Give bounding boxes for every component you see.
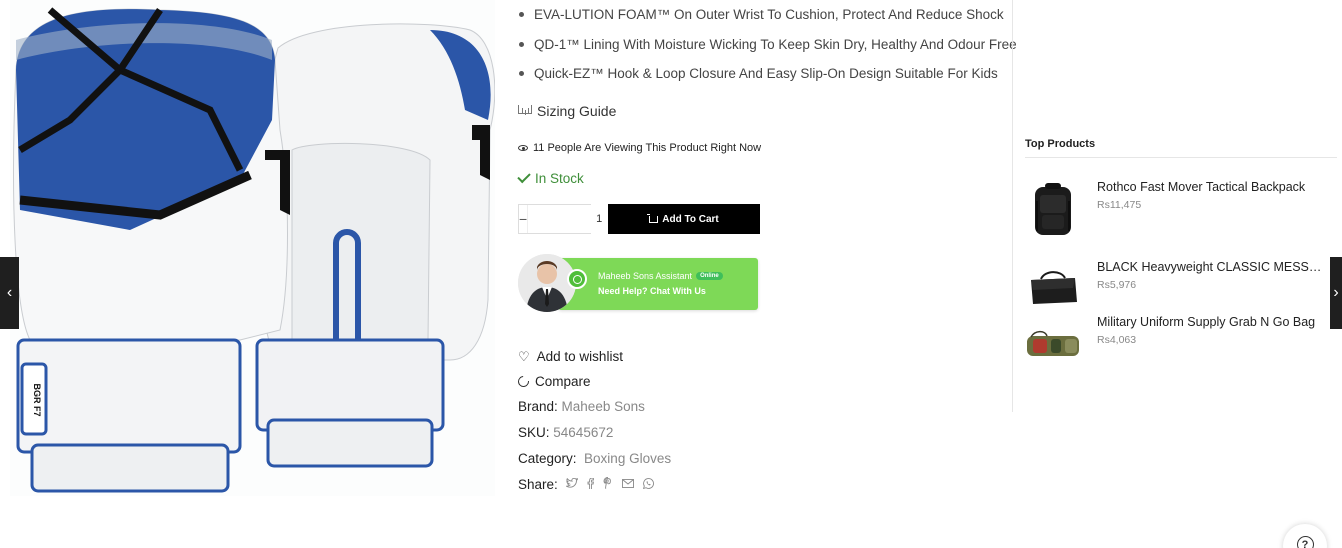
top-product-info: BLACK Heavyweight CLASSIC MESSENGER BAG … <box>1097 260 1322 291</box>
product-page: BGR F7 ‹ › EVA-LUTION FOAM™ On Outer Wri… <box>0 0 1342 548</box>
sizing-guide-label: Sizing Guide <box>537 103 617 119</box>
email-icon[interactable] <box>621 478 634 491</box>
eye-icon <box>518 145 528 151</box>
help-button[interactable]: ? <box>1283 524 1327 548</box>
category-link[interactable]: Boxing Gloves <box>584 451 671 466</box>
whatsapp-chat-widget[interactable]: Maheeb Sons Assistant Online Need Help? … <box>518 254 758 312</box>
whatsapp-icon <box>567 269 587 289</box>
heart-icon: ♡ <box>518 349 530 364</box>
brand-row: Brand: Maheeb Sons <box>518 399 645 414</box>
feature-item: QD-1™ Lining With Moisture Wicking To Ke… <box>518 35 1017 65</box>
share-icons <box>564 476 654 492</box>
brand-label: Brand: <box>518 399 558 414</box>
sidebar-divider <box>1012 0 1013 412</box>
stock-status: In Stock <box>517 169 584 186</box>
add-to-cart-label: Add To Cart <box>662 213 719 225</box>
compare-link[interactable]: Compare <box>515 373 591 390</box>
whatsapp-card <box>558 258 758 310</box>
sizing-guide-link[interactable]: Sizing Guide <box>518 103 616 119</box>
category-row: Category: Boxing Gloves <box>518 451 671 466</box>
sku-label: SKU: <box>518 425 550 440</box>
top-product-price: Rs4,063 <box>1097 334 1137 346</box>
compare-icon <box>515 373 532 390</box>
share-label: Share: <box>518 477 558 492</box>
online-badge: Online <box>696 272 723 280</box>
product-thumbnail[interactable] <box>1025 260 1081 320</box>
sku-row: SKU: 54645672 <box>518 425 613 440</box>
ruler-icon <box>518 104 532 114</box>
top-products-widget: Top Products Rothco Fast Mover Tactical … <box>1025 138 1337 356</box>
facebook-icon[interactable] <box>587 477 594 492</box>
top-product-item[interactable]: Military Uniform Supply Grab N Go Bag Rs… <box>1025 315 1337 375</box>
category-label: Category: <box>518 451 577 466</box>
share-row: Share: <box>518 476 654 492</box>
chat-help-text: Need Help? Chat With Us <box>598 286 706 296</box>
feature-item: Quick-EZ™ Hook & Loop Closure And Easy S… <box>518 64 1017 94</box>
help-icon: ? <box>1296 536 1314 548</box>
check-icon <box>517 169 531 184</box>
viewing-text: 11 People Are Viewing This Product Right… <box>533 142 762 154</box>
top-product-item[interactable]: Rothco Fast Mover Tactical Backpack Rs11… <box>1025 180 1337 240</box>
glove-wrist-mark: BGR F7 <box>32 383 42 416</box>
pinterest-icon[interactable] <box>603 477 613 492</box>
twitter-icon[interactable] <box>564 476 578 492</box>
assistant-name: Maheeb Sons Assistant Online <box>598 271 723 281</box>
top-product-info: Military Uniform Supply Grab N Go Bag Rs… <box>1097 315 1322 346</box>
boxing-gloves-image: BGR F7 <box>10 0 495 496</box>
top-product-info: Rothco Fast Mover Tactical Backpack Rs11… <box>1097 180 1322 211</box>
add-to-cart-button[interactable]: Add To Cart <box>608 204 760 234</box>
sku-value: 54645672 <box>553 425 614 440</box>
compare-label: Compare <box>535 374 591 389</box>
quantity-stepper: − + <box>518 204 679 234</box>
cart-icon <box>647 213 659 223</box>
top-product-name[interactable]: Military Uniform Supply Grab N Go Bag <box>1097 315 1322 329</box>
product-thumbnail[interactable] <box>1025 315 1081 375</box>
top-product-price: Rs5,976 <box>1097 279 1137 291</box>
stock-text: In Stock <box>535 171 584 186</box>
product-thumbnail[interactable] <box>1025 180 1081 240</box>
qty-decrease-button[interactable]: − <box>519 205 527 233</box>
product-image[interactable]: BGR F7 <box>10 0 495 496</box>
feature-list: EVA-LUTION FOAM™ On Outer Wrist To Cushi… <box>518 5 1017 94</box>
add-to-wishlist-link[interactable]: ♡ Add to wishlist <box>518 349 623 364</box>
wishlist-label: Add to wishlist <box>536 349 623 364</box>
feature-item: EVA-LUTION FOAM™ On Outer Wrist To Cushi… <box>518 5 1017 35</box>
chevron-left-icon[interactable]: ‹ <box>0 257 19 329</box>
top-product-price: Rs11,475 <box>1097 199 1142 211</box>
top-product-name[interactable]: Rothco Fast Mover Tactical Backpack <box>1097 180 1322 194</box>
top-products-title: Top Products <box>1025 138 1337 158</box>
assistant-name-text: Maheeb Sons Assistant <box>598 271 693 281</box>
whatsapp-share-icon[interactable] <box>642 477 654 492</box>
top-product-item[interactable]: BLACK Heavyweight CLASSIC MESSENGER BAG … <box>1025 260 1337 320</box>
top-product-name[interactable]: BLACK Heavyweight CLASSIC MESSENGER BAG <box>1097 260 1322 274</box>
brand-link[interactable]: Maheeb Sons <box>562 399 645 414</box>
viewing-notice: 11 People Are Viewing This Product Right… <box>518 142 761 154</box>
